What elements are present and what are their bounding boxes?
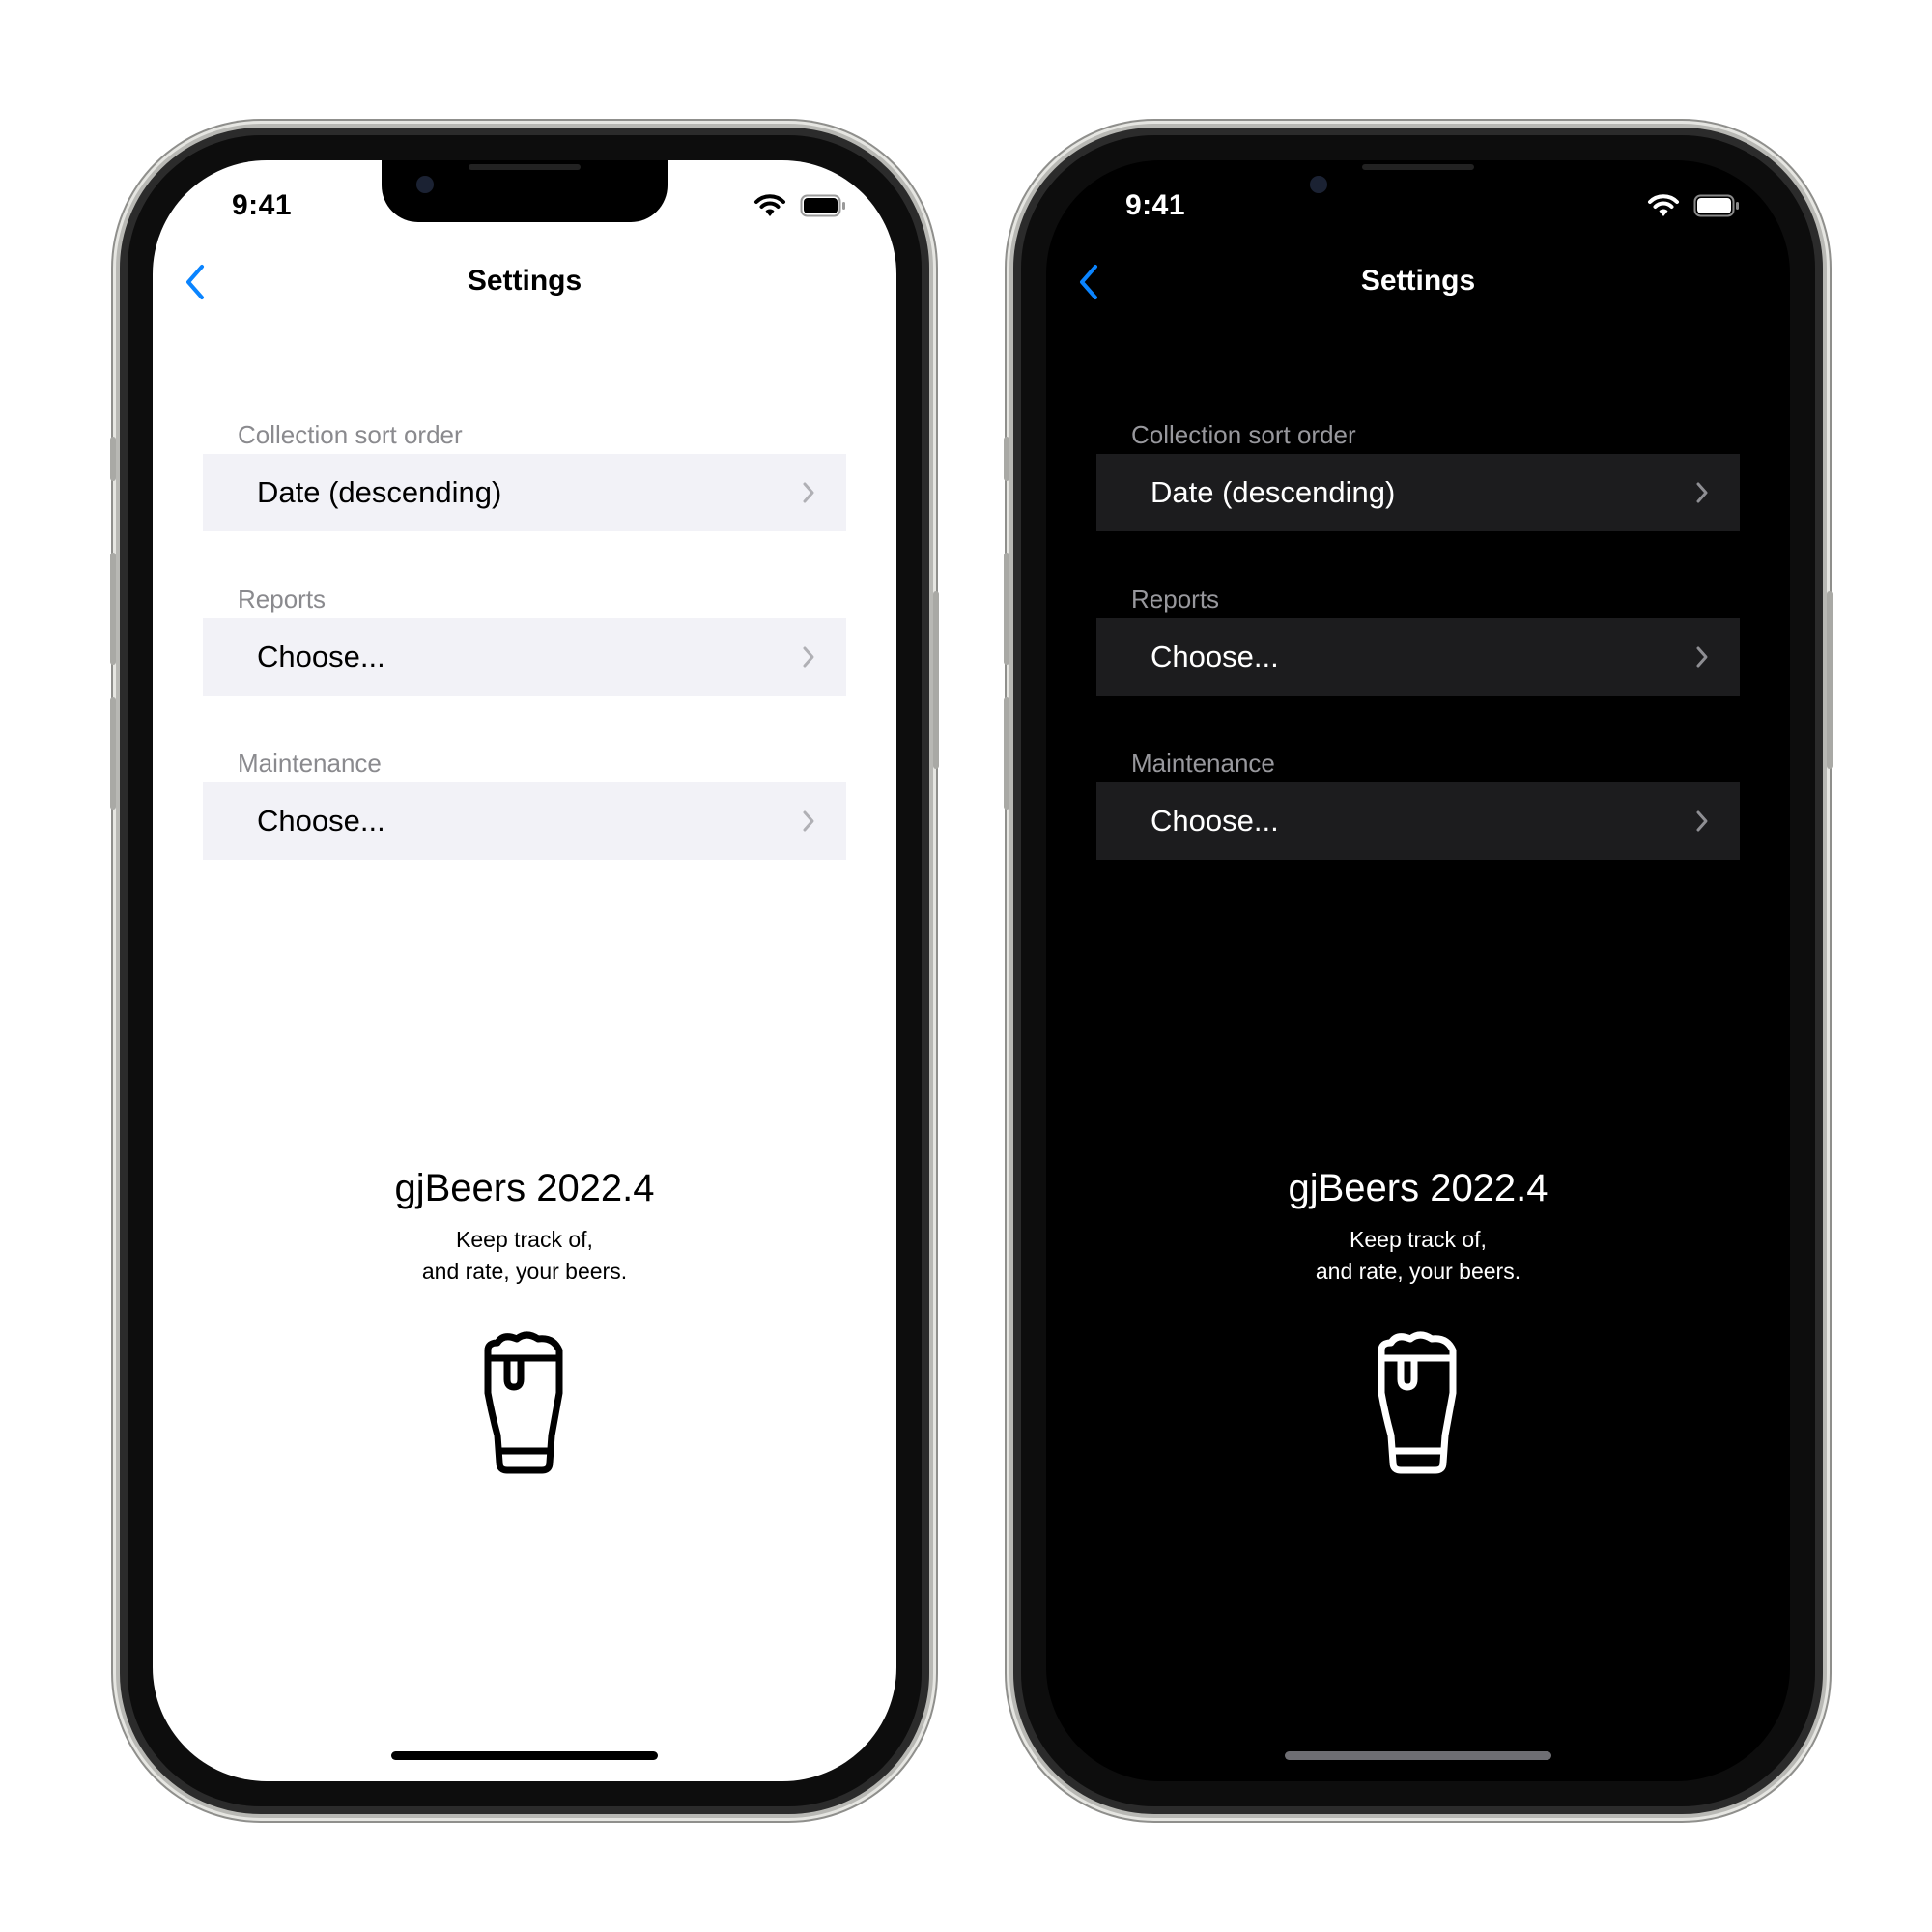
volume-down-button	[1004, 697, 1009, 810]
app-name: gjBeers 2022.4	[394, 1167, 655, 1209]
power-button	[1827, 591, 1833, 769]
reports-row[interactable]: Choose...	[203, 618, 846, 696]
screen: 9:41 Settings Collection sort order Date…	[153, 160, 896, 1781]
volume-up-button	[110, 553, 116, 665]
section-header-maintenance: Maintenance	[1131, 749, 1275, 778]
status-icons	[1647, 193, 1740, 218]
chevron-right-icon	[803, 810, 814, 832]
phone-dark-mode: 9:41 Settings Collection sort order Date…	[1004, 124, 1833, 1818]
sort-order-row[interactable]: Date (descending)	[203, 454, 846, 531]
power-button	[933, 591, 939, 769]
section-header-sort: Collection sort order	[238, 420, 463, 449]
front-camera	[1310, 176, 1327, 193]
maintenance-row[interactable]: Choose...	[203, 782, 846, 860]
tagline-line-1: Keep track of,	[456, 1227, 593, 1252]
chevron-right-icon	[1696, 482, 1708, 503]
screen: 9:41 Settings Collection sort order Date…	[1046, 160, 1790, 1781]
page-title: Settings	[1360, 265, 1476, 297]
beer-glass-icon	[1378, 1331, 1457, 1474]
row-value: Choose...	[1151, 639, 1279, 673]
notch	[382, 160, 668, 222]
tagline-line-1: Keep track of,	[1350, 1227, 1487, 1252]
mute-switch	[110, 437, 116, 481]
status-time: 9:41	[1125, 189, 1186, 221]
row-value: Choose...	[257, 804, 385, 838]
notch	[1275, 160, 1561, 222]
status-time: 9:41	[232, 189, 293, 221]
section-header-maintenance: Maintenance	[238, 749, 382, 778]
phone-light-mode: 9:41 Settings Collection sort order Date…	[110, 124, 939, 1818]
home-indicator[interactable]	[391, 1751, 658, 1760]
chevron-right-icon	[803, 646, 814, 668]
battery-icon	[800, 194, 845, 217]
page-title: Settings	[467, 265, 582, 297]
reports-row[interactable]: Choose...	[1096, 618, 1740, 696]
volume-up-button	[1004, 553, 1009, 665]
speaker	[1362, 164, 1474, 170]
beer-glass-icon	[484, 1331, 563, 1474]
row-value: Choose...	[1151, 804, 1279, 838]
battery-icon	[1693, 194, 1739, 217]
chevron-right-icon	[1696, 810, 1708, 832]
mute-switch	[1004, 437, 1009, 481]
wifi-icon	[754, 194, 785, 216]
tagline-line-2: and rate, your beers.	[1315, 1259, 1521, 1284]
chevron-right-icon	[803, 482, 814, 503]
sort-order-row[interactable]: Date (descending)	[1096, 454, 1740, 531]
row-value: Date (descending)	[1151, 475, 1396, 509]
maintenance-row[interactable]: Choose...	[1096, 782, 1740, 860]
section-header-reports: Reports	[238, 584, 327, 613]
home-indicator[interactable]	[1285, 1751, 1551, 1760]
speaker	[469, 164, 581, 170]
status-icons	[753, 193, 846, 218]
tagline-line-2: and rate, your beers.	[421, 1259, 628, 1284]
volume-down-button	[110, 697, 116, 810]
section-header-reports: Reports	[1131, 584, 1220, 613]
row-value: Choose...	[257, 639, 385, 673]
app-name: gjBeers 2022.4	[1288, 1167, 1548, 1209]
wifi-icon	[1648, 194, 1679, 216]
front-camera	[416, 176, 434, 193]
row-value: Date (descending)	[257, 475, 502, 509]
chevron-right-icon	[1696, 646, 1708, 668]
section-header-sort: Collection sort order	[1131, 420, 1356, 449]
